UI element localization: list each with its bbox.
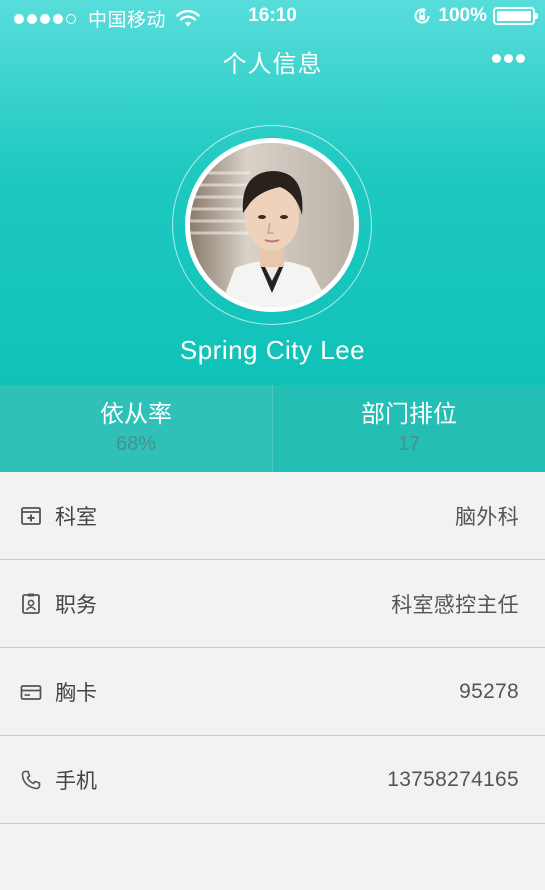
row-label: 手机: [55, 769, 97, 793]
list-item-badge[interactable]: 胸卡 95278: [0, 648, 545, 736]
stat-value: 68%: [115, 433, 157, 455]
list-item-phone[interactable]: 手机 13758274165: [0, 736, 545, 824]
badge-id-icon: [22, 593, 40, 614]
row-label: 职务: [55, 593, 97, 617]
status-bar: 中国移动 16:10 100%: [0, 0, 545, 34]
page-title: 个人信息: [222, 51, 323, 78]
nav-bar: 个人信息: [0, 40, 545, 84]
card-icon: [20, 684, 42, 700]
department-icon: [21, 506, 41, 525]
row-value: 13758274165: [387, 767, 519, 791]
row-label: 胸卡: [55, 681, 97, 705]
profile-screen: 中国移动 16:10 100% 个人信息 Spring City Lee 依从率…: [0, 0, 545, 890]
rotation-lock-icon: [414, 7, 430, 24]
stat-compliance-rate[interactable]: 依从率 68%: [0, 385, 273, 472]
stat-department-rank[interactable]: 部门排位 17: [273, 385, 545, 472]
battery-icon: [493, 7, 538, 25]
stat-label: 依从率: [100, 401, 172, 428]
stats-bar: 依从率 68% 部门排位 17: [0, 385, 545, 472]
row-label: 科室: [55, 505, 97, 529]
row-value: 科室感控主任: [391, 593, 519, 617]
status-right: 100%: [412, 5, 538, 27]
stat-value: 17: [397, 433, 421, 455]
more-options-icon[interactable]: [492, 54, 525, 63]
user-name: Spring City Lee: [179, 335, 366, 365]
info-list: 科室 脑外科 职务 科室感控主任 胸卡 95278 手机 13758274165: [0, 472, 545, 824]
avatar[interactable]: [185, 138, 359, 312]
list-item-position[interactable]: 职务 科室感控主任: [0, 560, 545, 648]
phone-icon: [21, 770, 41, 789]
battery-percentage: 100%: [438, 5, 487, 26]
stat-label: 部门排位: [361, 401, 457, 428]
row-value: 脑外科: [455, 505, 519, 529]
avatar-photo: [190, 143, 354, 307]
row-value: 95278: [459, 679, 519, 703]
list-item-department[interactable]: 科室 脑外科: [0, 472, 545, 560]
